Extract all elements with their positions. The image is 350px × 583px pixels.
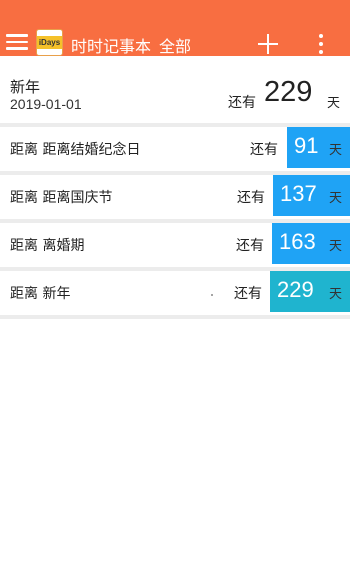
event-days-count: 163 [279,229,316,254]
event-days-unit: 天 [328,287,342,302]
app-title-text: 时时记事本 [71,37,152,56]
event-row[interactable]: 距离 距离国庆节 还有 137 天 [0,175,350,216]
plus-icon[interactable] [258,34,278,54]
event-row[interactable]: 距离 离婚期 还有 163 天 [0,223,350,264]
app-title: 时时记事本 全部 [71,33,191,57]
decorative-dot [211,294,213,296]
event-row[interactable]: 距离 新年 还有 229 天 [0,271,350,312]
event-days-box: 163 天 [272,223,350,264]
divider [0,315,350,319]
vertical-dots-icon[interactable] [318,33,324,55]
event-days-box: 91 天 [287,127,350,168]
featured-event-name: 新年 [10,78,41,96]
event-remain-label: 还有 [237,190,265,206]
event-label: 距离 距离结婚纪念日 [10,142,141,158]
event-label: 距离 距离国庆节 [10,190,113,206]
event-days-unit: 天 [328,239,342,254]
app-logo-text: iDays [38,38,61,47]
event-label: 距离 离婚期 [10,238,85,254]
featured-event-date: 2019-01-01 [10,96,82,112]
featured-days-unit: 天 [327,96,341,111]
event-days-count: 91 [294,133,319,158]
event-remain-label: 还有 [250,142,278,158]
event-days-box: 137 天 [273,175,350,216]
featured-remain-label: 还有 [228,95,256,111]
event-remain-label: 还有 [234,286,262,302]
event-days-unit: 天 [328,191,342,206]
event-row[interactable]: 距离 距离结婚纪念日 还有 91 天 [0,127,350,168]
event-days-count: 137 [280,181,317,206]
featured-event[interactable]: 新年 2019-01-01 还有 229 天 [0,56,350,123]
featured-days-count: 229 [264,76,313,108]
hamburger-menu-icon[interactable] [6,34,28,50]
event-days-unit: 天 [328,143,342,158]
event-days-count: 229 [277,277,314,302]
app-logo: iDays [36,29,63,56]
event-label: 距离 新年 [10,286,71,302]
event-days-box: 229 天 [270,271,350,312]
app-bar: iDays 时时记事本 全部 [0,0,350,56]
filter-label[interactable]: 全部 [159,37,191,56]
event-remain-label: 还有 [236,238,264,254]
